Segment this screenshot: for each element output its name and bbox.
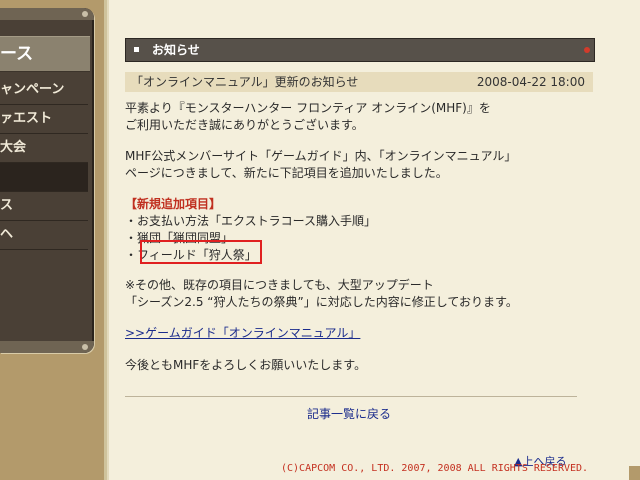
red-dot-icon [584, 47, 590, 53]
sidebar-item-other[interactable]: ヘ [0, 221, 88, 250]
sidebar-item-news[interactable]: ス [0, 192, 88, 221]
sidebar-item-quest[interactable]: ァエスト [0, 105, 88, 134]
paragraph-line: ページにつきまして、新たに下記項目を追加いたしました。 [125, 166, 448, 180]
paragraph-line: MHF公式メンバーサイト「ゲームガイド」内、「オンラインマニュアル」 [125, 149, 517, 163]
closing-text: 今後ともMHFをよろしくお願いいたします。 [125, 358, 367, 372]
paragraph-1: 平素より『モンスターハンター フロンティア オンライン(MHF)』を ご利用いた… [125, 100, 595, 134]
copyright-text: (C)CAPCOM CO., LTD. 2007, 2008 ALL RIGHT… [281, 463, 589, 474]
paragraph-line: 「シーズン2.5 “狩人たちの祭典”」に対応した内容に修正しております。 [125, 295, 518, 309]
back-to-list-link[interactable]: 記事一覧に戻る [307, 405, 391, 422]
article-title-row: 「オンラインマニュアル」更新のお知らせ 2008-04-22 18:00 [125, 72, 593, 92]
panel-corner [629, 466, 640, 480]
rivet-icon [82, 344, 88, 350]
guide-manual-link[interactable]: >>ゲームガイド「オンラインマニュアル」 [125, 326, 360, 340]
paragraph-line: 平素より『モンスターハンター フロンティア オンライン(MHF)』を [125, 101, 491, 115]
guide-link-row: >>ゲームガイド「オンラインマニュアル」 [125, 325, 595, 342]
left-sidebar: ース ャンペーン ァエスト 大会 ス ヘ [0, 8, 94, 353]
section-title: お知らせ [152, 43, 200, 57]
list-item: ・お支払い方法「エクストラコース購入手順」 [125, 214, 377, 228]
paragraph-2: MHF公式メンバーサイト「ゲームガイド」内、「オンラインマニュアル」 ページにつ… [125, 148, 595, 182]
sidebar-header: ース [0, 36, 90, 72]
bullet-square-icon [134, 47, 139, 52]
note-paragraph: ※その他、既存の項目につきましても、大型アップデート 「シーズン2.5 “狩人た… [125, 277, 595, 311]
sidebar-item-campaign[interactable]: ャンペーン [0, 76, 88, 105]
divider [125, 396, 577, 397]
notice-header-bar: お知らせ [125, 38, 595, 62]
sidebar-cap [0, 8, 94, 20]
rivet-icon [82, 11, 88, 17]
sidebar-foot [0, 341, 94, 353]
article-title: 「オンラインマニュアル」更新のお知らせ [131, 75, 359, 89]
paragraph-line: ご利用いただき誠にありがとうございます。 [125, 118, 364, 132]
paragraph-line: ※その他、既存の項目につきましても、大型アップデート [125, 278, 434, 292]
sidebar-item-selected[interactable] [0, 163, 88, 192]
sidebar-item-tournament[interactable]: 大会 [0, 134, 88, 163]
highlight-box [140, 240, 262, 264]
new-items-heading: 【新規追加項目】 [125, 197, 222, 211]
article-date: 2008-04-22 18:00 [476, 75, 585, 89]
